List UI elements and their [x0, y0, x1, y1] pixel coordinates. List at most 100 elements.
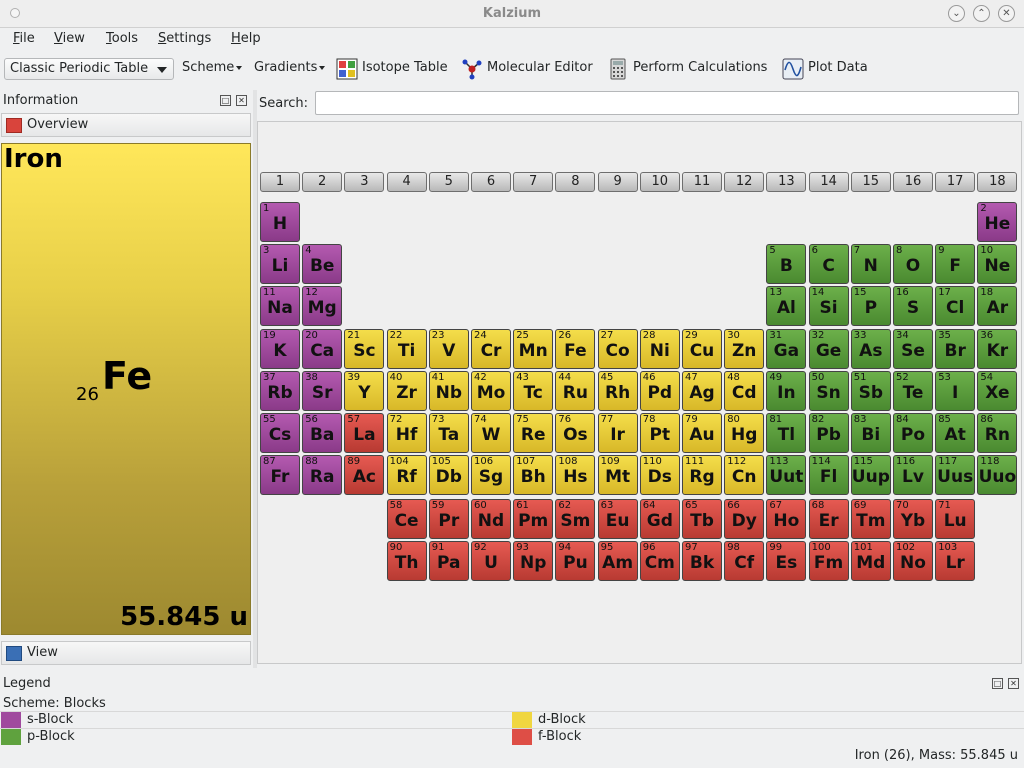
element-pr[interactable]: 59 Pr: [428, 499, 469, 540]
maximize-icon[interactable]: ⌃: [973, 5, 990, 22]
element-ni[interactable]: 28 Ni: [639, 328, 680, 369]
group-header-2[interactable]: 2: [302, 172, 343, 192]
element-li[interactable]: 3 Li: [260, 244, 300, 285]
group-header-15[interactable]: 15: [850, 172, 891, 192]
element-ho[interactable]: 67 Ho: [766, 499, 807, 540]
element-ba[interactable]: 56 Ba: [302, 413, 343, 453]
group-header-14[interactable]: 14: [808, 172, 849, 192]
element-cl[interactable]: 17 Cl: [935, 286, 976, 327]
element-pb[interactable]: 82 Pb: [808, 413, 849, 453]
element-as[interactable]: 33 As: [850, 328, 891, 369]
element-br[interactable]: 35 Br: [935, 328, 976, 369]
element-np[interactable]: 93 Np: [513, 541, 554, 582]
element-ne[interactable]: 10 Ne: [977, 244, 1018, 285]
close-icon[interactable]: ✕: [998, 5, 1015, 22]
element-os[interactable]: 76 Os: [555, 413, 596, 453]
element-gd[interactable]: 64 Gd: [639, 499, 680, 540]
element-be[interactable]: 4 Be: [302, 244, 343, 285]
element-bi[interactable]: 83 Bi: [850, 413, 891, 453]
group-header-1[interactable]: 1: [260, 172, 300, 192]
element-sn[interactable]: 50 Sn: [808, 370, 849, 411]
element-no[interactable]: 102 No: [893, 541, 933, 582]
element-mg[interactable]: 12 Mg: [302, 286, 343, 327]
element-uut[interactable]: 113 Uut: [766, 455, 807, 496]
element-w[interactable]: 74 W: [471, 413, 511, 453]
element-ca[interactable]: 20 Ca: [302, 328, 343, 369]
element-bk[interactable]: 97 Bk: [682, 541, 722, 582]
element-i[interactable]: 53 I: [935, 370, 976, 411]
element-cm[interactable]: 96 Cm: [639, 541, 680, 582]
element-n[interactable]: 7N: [850, 244, 891, 285]
element-pm[interactable]: 61 Pm: [513, 499, 554, 540]
element-k[interactable]: 19 K: [260, 328, 300, 369]
group-header-18[interactable]: 18: [977, 172, 1018, 192]
menu-view[interactable]: View: [54, 31, 85, 46]
element-yb[interactable]: 70 Yb: [893, 499, 933, 540]
element-ga[interactable]: 31 Ga: [766, 328, 807, 369]
element-se[interactable]: 34 Se: [893, 328, 933, 369]
element-v[interactable]: 23 V: [428, 328, 469, 369]
element-y[interactable]: 39 Y: [344, 370, 385, 411]
element-f[interactable]: 9F: [935, 244, 976, 285]
search-input[interactable]: [315, 91, 1019, 115]
element-dy[interactable]: 66 Dy: [724, 499, 765, 540]
group-header-7[interactable]: 7: [513, 172, 554, 192]
element-ds[interactable]: 110 Ds: [639, 455, 680, 496]
element-ac[interactable]: 89 Ac: [344, 455, 385, 496]
group-header-9[interactable]: 9: [597, 172, 638, 192]
element-cf[interactable]: 98 Cf: [724, 541, 765, 582]
isotope-table-button[interactable]: Isotope Table: [362, 60, 448, 75]
element-ce[interactable]: 58 Ce: [386, 499, 427, 540]
element-tl[interactable]: 81 Tl: [766, 413, 807, 453]
element-es[interactable]: 99 Es: [766, 541, 807, 582]
element-zn[interactable]: 30 Zn: [724, 328, 765, 369]
overview-tab[interactable]: Overview: [1, 113, 251, 137]
element-ar[interactable]: 18 Ar: [977, 286, 1018, 327]
element-tc[interactable]: 43 Tc: [513, 370, 554, 411]
element-mo[interactable]: 42 Mo: [471, 370, 511, 411]
menu-help[interactable]: Help: [231, 31, 261, 46]
plot-data-button[interactable]: Plot Data: [808, 60, 868, 75]
element-rn[interactable]: 86 Rn: [977, 413, 1018, 453]
element-rf[interactable]: 104 Rf: [386, 455, 427, 496]
element-th[interactable]: 90 Th: [386, 541, 427, 582]
element-sr[interactable]: 38 Sr: [302, 370, 343, 411]
gradients-button[interactable]: Gradients: [254, 60, 326, 75]
element-at[interactable]: 85 At: [935, 413, 976, 453]
element-ti[interactable]: 22 Ti: [386, 328, 427, 369]
element-md[interactable]: 101 Md: [850, 541, 891, 582]
group-header-11[interactable]: 11: [682, 172, 722, 192]
element-nd[interactable]: 60 Nd: [471, 499, 511, 540]
element-hf[interactable]: 72 Hf: [386, 413, 427, 453]
table-type-select[interactable]: Classic Periodic Table: [4, 58, 174, 80]
element-ra[interactable]: 88 Ra: [302, 455, 343, 496]
element-po[interactable]: 84 Po: [893, 413, 933, 453]
element-b[interactable]: 5B: [766, 244, 807, 285]
element-sg[interactable]: 106 Sg: [471, 455, 511, 496]
element-lv[interactable]: 116 Lv: [893, 455, 933, 496]
menu-settings[interactable]: Settings: [158, 31, 211, 46]
group-header-12[interactable]: 12: [724, 172, 765, 192]
element-cs[interactable]: 55 Cs: [260, 413, 300, 453]
element-ir[interactable]: 77 Ir: [597, 413, 638, 453]
element-rb[interactable]: 37 Rb: [260, 370, 300, 411]
element-sb[interactable]: 51 Sb: [850, 370, 891, 411]
element-h[interactable]: 1H: [260, 202, 300, 242]
scheme-button[interactable]: Scheme: [182, 60, 243, 75]
close-panel-icon[interactable]: ✕: [236, 95, 247, 106]
element-cn[interactable]: 112 Cn: [724, 455, 765, 496]
float-icon[interactable]: □: [992, 678, 1003, 689]
element-u[interactable]: 92 U: [471, 541, 511, 582]
element-xe[interactable]: 54 Xe: [977, 370, 1018, 411]
menu-file[interactable]: File: [13, 31, 35, 46]
element-re[interactable]: 75 Re: [513, 413, 554, 453]
element-fe[interactable]: 26 Fe: [555, 328, 596, 369]
element-al[interactable]: 13 Al: [766, 286, 807, 327]
minimize-icon[interactable]: ⌄: [948, 5, 965, 22]
element-he[interactable]: 2 He: [977, 202, 1018, 242]
element-ag[interactable]: 47 Ag: [682, 370, 722, 411]
group-header-10[interactable]: 10: [639, 172, 680, 192]
element-db[interactable]: 105 Db: [428, 455, 469, 496]
element-hs[interactable]: 108 Hs: [555, 455, 596, 496]
element-tm[interactable]: 69 Tm: [850, 499, 891, 540]
